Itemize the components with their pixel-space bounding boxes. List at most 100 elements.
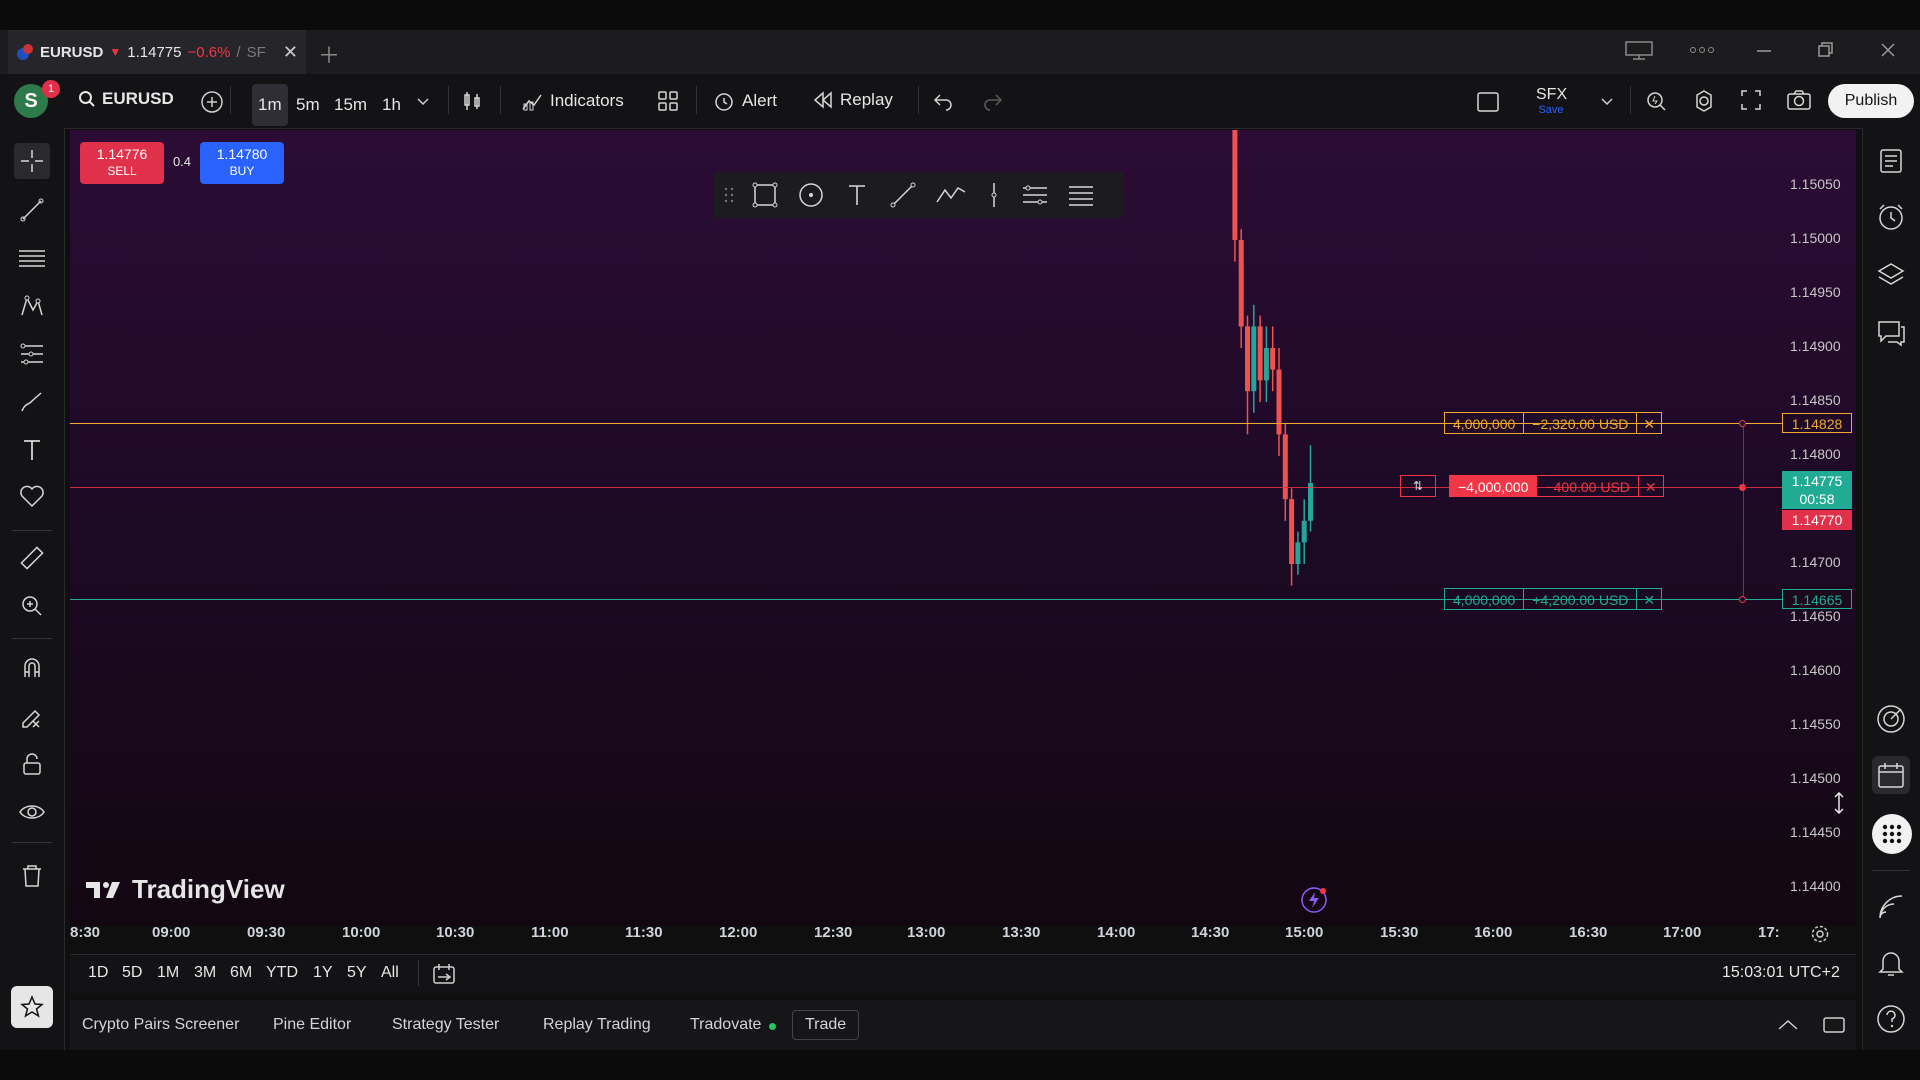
minimize-icon[interactable] [1754, 40, 1774, 60]
symbol-search[interactable]: EURUSD [78, 89, 174, 109]
path-tool-icon[interactable] [934, 180, 968, 210]
drag-handle-icon[interactable] [724, 186, 734, 204]
fullscreen-icon[interactable] [1740, 89, 1762, 111]
crosshair-icon[interactable] [14, 143, 50, 179]
apps-grid-icon[interactable] [1872, 814, 1912, 854]
horizontal-lines-icon[interactable] [14, 240, 50, 276]
tradingview-watermark[interactable]: TradingView [84, 874, 285, 905]
bell-icon[interactable] [1872, 944, 1910, 982]
circle-icon[interactable] [796, 180, 826, 210]
range-6m[interactable]: 6M [230, 964, 252, 982]
range-5y[interactable]: 5Y [347, 964, 367, 982]
interval-15m[interactable]: 15m [328, 84, 373, 126]
maximize-panel-icon[interactable] [1822, 1014, 1846, 1036]
window-close-icon[interactable] [1878, 40, 1898, 60]
lightning-icon[interactable] [1300, 886, 1328, 914]
layouts-grid-icon[interactable] [656, 89, 680, 113]
replay-button[interactable]: Replay [812, 89, 893, 111]
chevron-up-icon[interactable] [1776, 1015, 1800, 1035]
publish-button[interactable]: Publish [1828, 84, 1914, 118]
close-icon[interactable]: ✕ [1637, 412, 1663, 434]
reverse-position-icon[interactable]: ⇅ [1400, 475, 1436, 497]
range-1d[interactable]: 1D [88, 964, 108, 982]
calendar-icon[interactable] [1872, 756, 1910, 794]
calendar-range-icon[interactable] [432, 962, 456, 986]
restore-icon[interactable] [1816, 40, 1836, 60]
camera-icon[interactable] [1786, 89, 1812, 111]
magnet-icon[interactable] [14, 650, 50, 686]
chevron-down-icon[interactable] [1598, 92, 1616, 110]
indicators-button[interactable]: Indicators [520, 89, 624, 113]
new-tab-icon[interactable]: ＋ [318, 38, 340, 70]
trend-line-icon[interactable] [14, 192, 50, 228]
line-tool-icon[interactable] [888, 180, 918, 210]
watchlist-icon[interactable] [1872, 142, 1910, 180]
rectangle-icon[interactable] [750, 180, 780, 210]
tab-crypto-pairs-screener[interactable]: Crypto Pairs Screener [82, 1016, 239, 1034]
chart-pane[interactable] [70, 130, 1856, 926]
desktop-icon[interactable] [1624, 40, 1654, 60]
single-layout-icon[interactable] [1476, 90, 1500, 114]
sell-button[interactable]: 1.14776 SELL [80, 142, 164, 184]
trash-icon[interactable] [14, 858, 50, 894]
target-icon[interactable] [1872, 700, 1910, 738]
channel-icon[interactable] [1066, 180, 1096, 210]
range-all[interactable]: All [381, 964, 399, 982]
layout-save-control[interactable]: SFX Save [1536, 86, 1567, 116]
eye-icon[interactable] [14, 794, 50, 830]
stop-order-tag[interactable]: 4,000,000 −2,320.00 USD ✕ [1444, 412, 1663, 434]
lock-icon[interactable] [14, 746, 50, 782]
alerts-clock-icon[interactable] [1872, 198, 1910, 236]
interval-1h[interactable]: 1h [376, 84, 407, 126]
candles-icon[interactable] [460, 89, 484, 113]
help-icon[interactable] [1872, 1000, 1910, 1038]
tab-strategy-tester[interactable]: Strategy Tester [392, 1016, 499, 1034]
tab-replay-trading[interactable]: Replay Trading [543, 1016, 651, 1034]
buy-button[interactable]: 1.14780 BUY [200, 142, 284, 184]
range-ytd[interactable]: YTD [266, 964, 298, 982]
bracket-handle[interactable] [1739, 596, 1746, 603]
range-3m[interactable]: 3M [194, 964, 216, 982]
undo-icon[interactable] [932, 90, 954, 112]
favorites-star-icon[interactable] [11, 986, 53, 1028]
close-icon[interactable]: ✕ [1637, 588, 1663, 610]
target-order-tag[interactable]: 4,000,000 +4,200.00 USD ✕ [1444, 588, 1663, 610]
zoom-in-icon[interactable] [14, 588, 50, 624]
clock-timezone[interactable]: 15:03:01 UTC+2 [1722, 964, 1840, 982]
tab-tradovate[interactable]: Tradovate [690, 1016, 761, 1034]
chart-settings-icon[interactable] [1810, 924, 1830, 944]
heart-icon[interactable] [14, 478, 50, 514]
position-tag[interactable]: −4,000,000 −400.00 USD ✕ [1449, 475, 1664, 497]
fib-retracement-icon[interactable] [14, 336, 50, 372]
range-5d[interactable]: 5D [122, 964, 142, 982]
pattern-icon[interactable] [14, 288, 50, 324]
tab-pine-editor[interactable]: Pine Editor [273, 1016, 351, 1034]
text-icon[interactable] [14, 432, 50, 468]
settings-gear-icon[interactable] [1692, 89, 1716, 113]
more-icon[interactable] [1688, 40, 1716, 60]
quick-search-icon[interactable] [1644, 89, 1668, 113]
range-1y[interactable]: 1Y [313, 964, 333, 982]
alert-button[interactable]: Alert [712, 89, 777, 113]
range-1m[interactable]: 1M [157, 964, 179, 982]
bracket-handle[interactable] [1739, 420, 1746, 427]
layers-icon[interactable] [1872, 256, 1910, 294]
compare-add-icon[interactable] [200, 90, 224, 114]
brush-icon[interactable] [14, 384, 50, 420]
tab-trade[interactable]: Trade [792, 1010, 860, 1040]
stay-in-drawing-icon[interactable] [14, 698, 50, 734]
fib-levels-icon[interactable] [1020, 180, 1050, 210]
ruler-icon[interactable] [14, 540, 50, 576]
close-icon[interactable]: ✕ [1638, 475, 1664, 497]
bracket-handle[interactable] [1739, 484, 1746, 491]
chevron-down-icon[interactable] [414, 92, 432, 110]
chat-icon[interactable] [1872, 314, 1910, 352]
data-feed-icon[interactable] [1872, 888, 1910, 926]
chart-tab[interactable]: EURUSD ▼ 1.14775 −0.6% / SF ✕ [8, 30, 306, 74]
text-tool-icon[interactable] [842, 180, 872, 210]
tab-close-icon[interactable]: ✕ [283, 42, 298, 63]
redo-icon[interactable] [982, 90, 1004, 112]
vertical-line-icon[interactable] [984, 180, 1004, 210]
interval-5m[interactable]: 5m [290, 84, 326, 126]
interval-1m[interactable]: 1m [252, 84, 288, 126]
